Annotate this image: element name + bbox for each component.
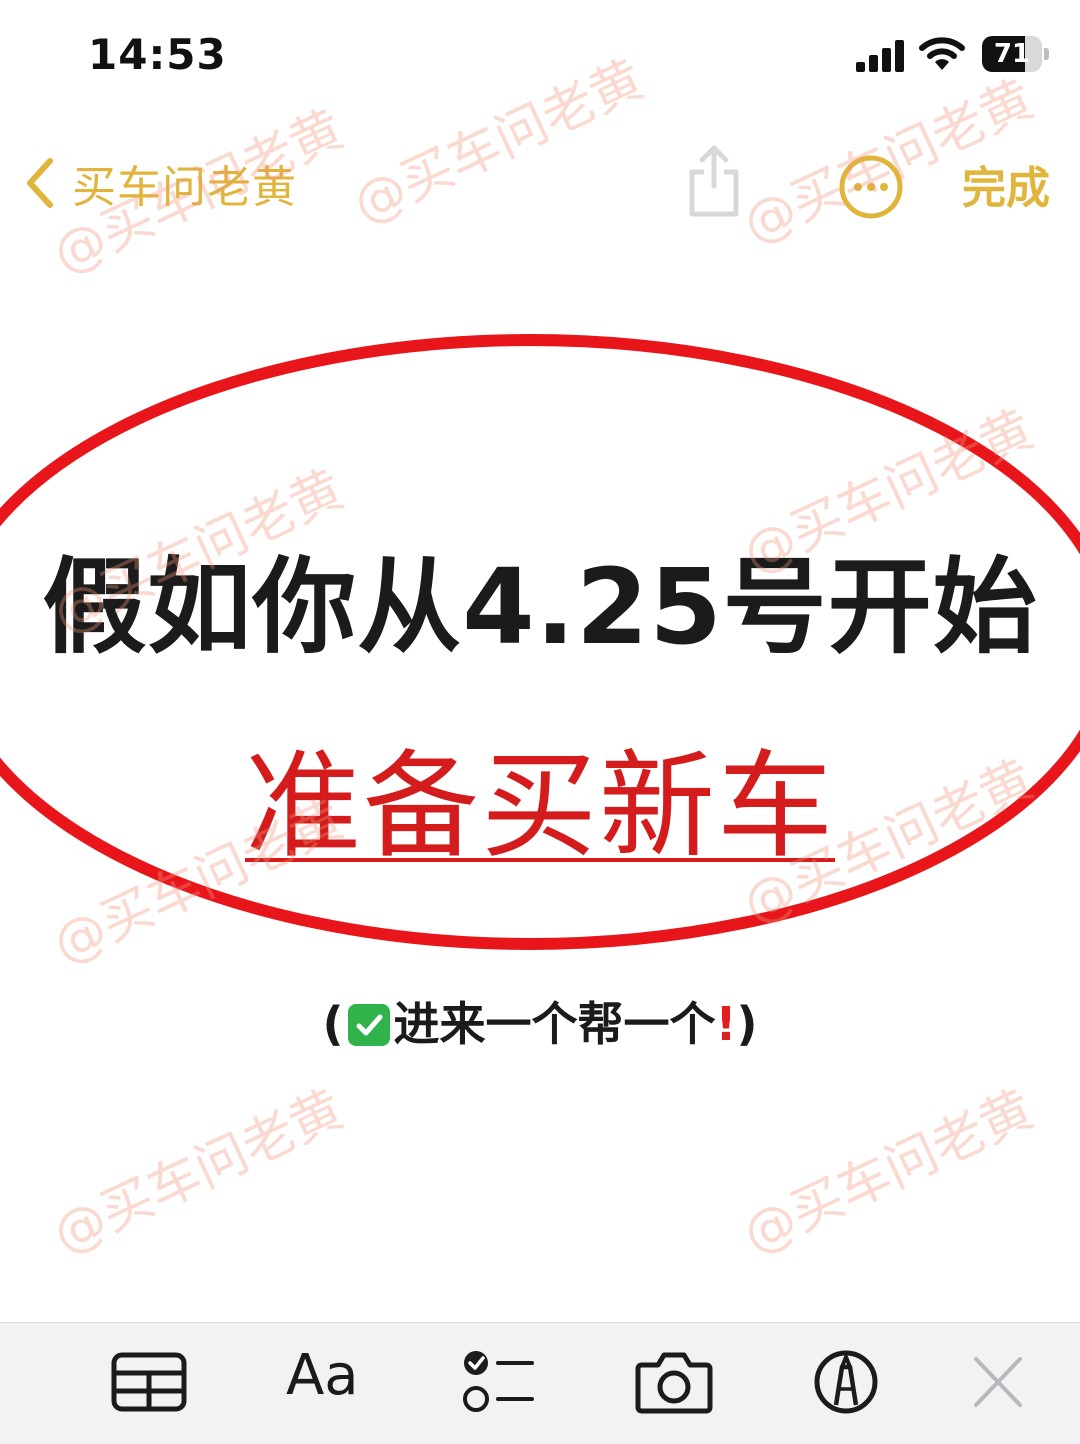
- back-button-label: 买车问老黄: [72, 162, 297, 213]
- insert-table-button[interactable]: [110, 1347, 190, 1417]
- battery-level: 71: [993, 39, 1031, 69]
- note-subheadline-text: 准备买新车: [245, 739, 835, 874]
- cellular-signal-icon: [856, 40, 904, 72]
- share-button[interactable]: [684, 142, 744, 218]
- ellipsis-circle-icon: [839, 155, 903, 219]
- exclamation-icon: !: [715, 997, 737, 1051]
- checklist-icon: [463, 1351, 534, 1412]
- caption-open-paren: (: [322, 997, 344, 1051]
- back-button[interactable]: 买车问老黄: [20, 148, 297, 218]
- camera-icon: [635, 1352, 713, 1414]
- status-bar: 14:53 71: [0, 0, 1080, 110]
- table-icon: [111, 1352, 187, 1412]
- watermark: @买车问老黄: [44, 1079, 353, 1266]
- note-nav-bar: 买车问老黄 完成: [0, 130, 1080, 240]
- note-headline: 假如你从4.25号开始: [42, 546, 1038, 668]
- chevron-left-icon: [27, 158, 53, 208]
- close-toolbar-button[interactable]: [958, 1347, 1038, 1417]
- more-options-button[interactable]: [838, 154, 904, 220]
- check-mark-icon: [347, 1004, 390, 1046]
- checklist-button[interactable]: [458, 1347, 538, 1417]
- wifi-icon: [919, 37, 965, 70]
- camera-button[interactable]: [634, 1347, 714, 1417]
- close-icon: [974, 1357, 1022, 1407]
- battery-indicator: 71: [982, 36, 1050, 74]
- share-icon: [689, 145, 739, 217]
- note-subheadline: 准备买新车: [0, 712, 1080, 880]
- done-button[interactable]: 完成: [962, 152, 1050, 216]
- caption-close-paren: ): [736, 997, 758, 1051]
- caption-text: 进来一个帮一个: [393, 997, 716, 1051]
- status-time: 14:53: [88, 30, 227, 79]
- note-toolbar: Aa: [0, 1322, 1080, 1444]
- markup-button[interactable]: [806, 1347, 886, 1417]
- note-caption: ( 进来一个帮一个!): [0, 988, 1080, 1054]
- watermark: @买车问老黄: [734, 1079, 1043, 1266]
- format-text-button[interactable]: Aa: [286, 1343, 359, 1408]
- pen-circle-icon: [814, 1350, 878, 1414]
